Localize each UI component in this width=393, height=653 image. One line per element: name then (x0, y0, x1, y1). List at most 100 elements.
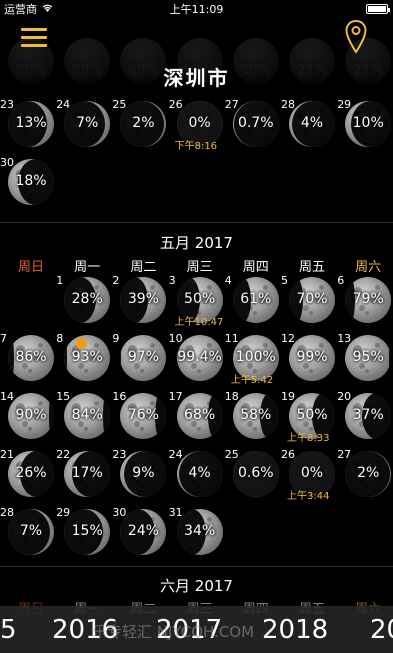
day-number: 27 (224, 98, 239, 111)
weekday-label: 周二 (130, 260, 157, 275)
day-cell[interactable]: 27 2% (337, 448, 393, 500)
day-cell[interactable]: 14 90% (0, 390, 58, 442)
day-number: 24 (168, 448, 183, 461)
day-number: 9 (112, 332, 120, 345)
year-option[interactable]: 2018 (262, 615, 328, 645)
day-number: 26 (281, 448, 295, 461)
day-cell[interactable]: 20 37% (337, 390, 393, 442)
day-number: 24 (56, 98, 71, 111)
illumination-percent: 2% (132, 115, 155, 131)
day-cell[interactable]: 11 100% 上午5:42 (225, 332, 283, 386)
day-cell[interactable]: 239% (112, 274, 170, 326)
day-cell[interactable]: 28 4% (281, 98, 339, 150)
day-cell[interactable]: 17 68% (169, 390, 227, 442)
day-cell[interactable]: 23 13% (0, 98, 58, 150)
illumination-percent: 99% (296, 349, 328, 365)
menu-icon[interactable] (21, 28, 47, 48)
day-cell[interactable]: 9 97% (112, 332, 170, 384)
day-cell[interactable]: 18 58% (225, 390, 283, 442)
day-cell[interactable]: 1 28% (56, 274, 114, 326)
illumination-percent: 76% (127, 407, 159, 423)
day-cell[interactable]: 7 86% (0, 332, 58, 384)
day-cell[interactable]: 30 24% (112, 506, 170, 558)
year-selector[interactable]: 520162017201820乐专轻汇 NJYCQH.COM (0, 606, 393, 653)
day-cell[interactable]: 31 34% (169, 506, 227, 558)
day-cell[interactable]: 29 10% (337, 98, 393, 150)
illumination-percent: 99.4% (177, 349, 222, 365)
day-cell[interactable]: 25 0.6% (225, 448, 283, 500)
day-number: 11 (224, 332, 239, 345)
illumination-percent: 79% (352, 291, 384, 307)
day-cell[interactable]: 4 61% (225, 274, 283, 326)
weekday-label: 周六 (355, 260, 382, 275)
day-number: 29 (56, 506, 71, 519)
day-cell[interactable]: 12 99% (281, 332, 339, 384)
day-number: 25 (112, 98, 127, 111)
day-number: 22 (56, 448, 71, 461)
day-number: 4 (224, 274, 232, 287)
day-number: 12 (281, 332, 295, 345)
day-number: 8 (56, 332, 64, 345)
day-cell[interactable]: 13 95% (337, 332, 393, 384)
illumination-percent: 68% (184, 407, 216, 423)
phase-time: 上午3:44 (287, 491, 330, 502)
day-cell[interactable]: 19 50% 上午8:33 (281, 390, 339, 444)
illumination-percent: 4% (300, 115, 324, 131)
weekday-label: 周三 (186, 260, 213, 275)
day-cell[interactable]: 239% (112, 448, 170, 500)
day-cell[interactable]: 5 70% (281, 274, 339, 326)
day-cell[interactable]: 10 99.4% (169, 332, 227, 384)
month-divider (0, 222, 393, 223)
illumination-percent: 18% (15, 173, 47, 189)
day-cell[interactable]: 6 79% (337, 274, 393, 326)
illumination-percent: 7% (76, 115, 99, 131)
illumination-percent: 28% (71, 291, 103, 307)
day-number: 31 (168, 506, 183, 519)
day-cell[interactable]: 24 4% (169, 448, 227, 500)
illumination-percent: 70% (296, 291, 328, 307)
day-number: 3 (168, 274, 176, 287)
day-cell[interactable]: 26 0% 上午3:44 (281, 448, 339, 502)
illumination-percent: 61% (240, 291, 272, 307)
day-cell[interactable]: 22 17% (56, 448, 114, 500)
day-number: 1 (56, 274, 64, 287)
day-number: 7 (0, 332, 7, 345)
illumination-percent: 84% (71, 407, 103, 423)
watermark-text: 乐专轻汇 NJYCQH.COM (92, 623, 255, 641)
illumination-percent: 93% (71, 349, 103, 365)
day-number: 21 (0, 448, 14, 461)
day-number: 18 (224, 390, 239, 403)
month-divider (0, 566, 393, 567)
day-cell[interactable]: 3 50% 上午10:47 (169, 274, 227, 328)
day-cell[interactable]: 8 93% (56, 332, 114, 384)
day-cell[interactable]: 16 76% (112, 390, 170, 442)
day-cell[interactable]: 25 2% (112, 98, 170, 150)
phase-time: 上午8:33 (287, 433, 330, 444)
day-cell[interactable]: 28 7% (0, 506, 58, 558)
day-cell[interactable]: 26 0% 下午8:16 (169, 98, 227, 152)
day-cell[interactable]: 24 7% (56, 98, 114, 150)
illumination-percent: 24% (127, 523, 159, 539)
year-option[interactable]: 5 (0, 615, 17, 645)
month-title-may: 五月 2017 (160, 234, 233, 252)
illumination-percent: 10% (352, 115, 384, 131)
year-option[interactable]: 20 (370, 615, 393, 645)
weekday-header-may: 周日 周一 周二 周三 周四 周五 周六 (0, 256, 393, 275)
day-cell[interactable]: 27 0.7% (225, 98, 283, 150)
city-title[interactable]: 深圳市 (0, 62, 393, 91)
illumination-percent: 37% (352, 407, 384, 423)
day-number: 13 (337, 332, 352, 345)
day-number: 30 (0, 156, 14, 169)
illumination-percent: 0.6% (238, 465, 274, 481)
weekday-label: 周日 (17, 260, 44, 275)
day-cell[interactable]: 29 15% (56, 506, 114, 558)
day-cell[interactable]: 30 18% (0, 156, 58, 208)
phase-time: 上午10:47 (174, 317, 224, 328)
illumination-percent: 39% (127, 291, 159, 307)
day-cell[interactable]: 21 26% (0, 448, 58, 500)
day-cell[interactable]: 15 84% (56, 390, 114, 442)
location-pin-icon[interactable] (345, 19, 367, 58)
illumination-percent: 50% (296, 407, 328, 423)
battery-icon (366, 4, 390, 14)
day-number: 23 (0, 98, 14, 111)
